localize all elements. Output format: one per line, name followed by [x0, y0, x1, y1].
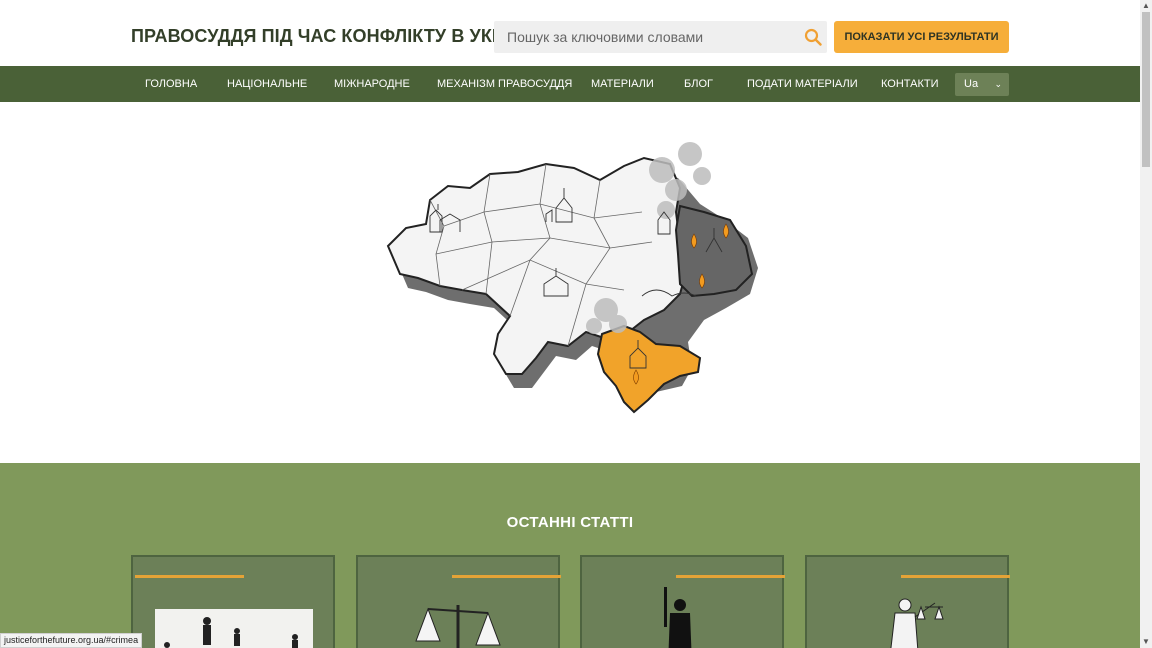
armed-soldier-image: [664, 587, 692, 648]
card-accent-line: [676, 575, 785, 578]
site-title[interactable]: ПРАВОСУДДЯ ПІД ЧАС КОНФЛІКТУ В УКРАЇНІ: [131, 26, 539, 47]
main-nav: ГОЛОВНА НАЦІОНАЛЬНЕ МІЖНАРОДНЕ МЕХАНІЗМ …: [0, 66, 1140, 102]
article-card[interactable]: [131, 555, 335, 648]
language-select[interactable]: Ua ⌄: [955, 73, 1009, 96]
chevron-down-icon: ⌄: [994, 79, 1002, 89]
site-header: ПРАВОСУДДЯ ПІД ЧАС КОНФЛІКТУ В УКРАЇНІ П…: [0, 0, 1140, 66]
search-input[interactable]: [494, 21, 794, 53]
scroll-up-arrow-icon[interactable]: ▲: [1142, 1, 1150, 11]
nav-item-justice-mechanism[interactable]: МЕХАНІЗМ ПРАВОСУДДЯ: [437, 66, 572, 102]
article-card[interactable]: [356, 555, 561, 648]
card-accent-line: [135, 575, 244, 578]
search-box: [494, 21, 827, 53]
nav-item-submit-materials[interactable]: ПОДАТИ МАТЕРІАЛИ: [747, 66, 858, 102]
nav-item-contacts[interactable]: КОНТАКТИ: [881, 66, 939, 102]
browser-status-url: justiceforthefuture.org.ua/#crimea: [0, 633, 143, 648]
card-accent-line: [901, 575, 1010, 578]
page-scrollbar[interactable]: ▲ ▼: [1140, 0, 1152, 648]
article-card[interactable]: [580, 555, 785, 648]
occupied-east-region: [674, 204, 754, 298]
scroll-thumb[interactable]: [1142, 12, 1150, 167]
nav-item-blog[interactable]: БЛОГ: [684, 66, 713, 102]
article-card[interactable]: [805, 555, 1010, 648]
card-accent-line: [452, 575, 561, 578]
show-all-results-button[interactable]: ПОКАЗАТИ УСІ РЕЗУЛЬТАТИ: [834, 21, 1009, 53]
soldiers-silhouette-image: [155, 609, 313, 648]
nav-item-materials[interactable]: МАТЕРІАЛИ: [591, 66, 654, 102]
nav-item-national[interactable]: НАЦІОНАЛЬНЕ: [227, 66, 307, 102]
page: ПРАВОСУДДЯ ПІД ЧАС КОНФЛІКТУ В УКРАЇНІ П…: [0, 0, 1152, 648]
latest-articles-section: ОСТАННІ СТАТТІ: [0, 463, 1140, 648]
scales-of-justice-image: [415, 605, 501, 648]
nav-item-international[interactable]: МІЖНАРОДНЕ: [334, 66, 410, 102]
hero-section: [0, 102, 1140, 463]
scroll-down-arrow-icon[interactable]: ▼: [1142, 637, 1150, 647]
search-icon[interactable]: [804, 28, 822, 46]
section-title: ОСТАННІ СТАТТІ: [506, 514, 634, 531]
lady-justice-statue-image: [890, 598, 944, 648]
ukraine-map-illustration[interactable]: [380, 134, 760, 419]
nav-item-home[interactable]: ГОЛОВНА: [145, 66, 197, 102]
language-label: Ua: [964, 78, 979, 90]
